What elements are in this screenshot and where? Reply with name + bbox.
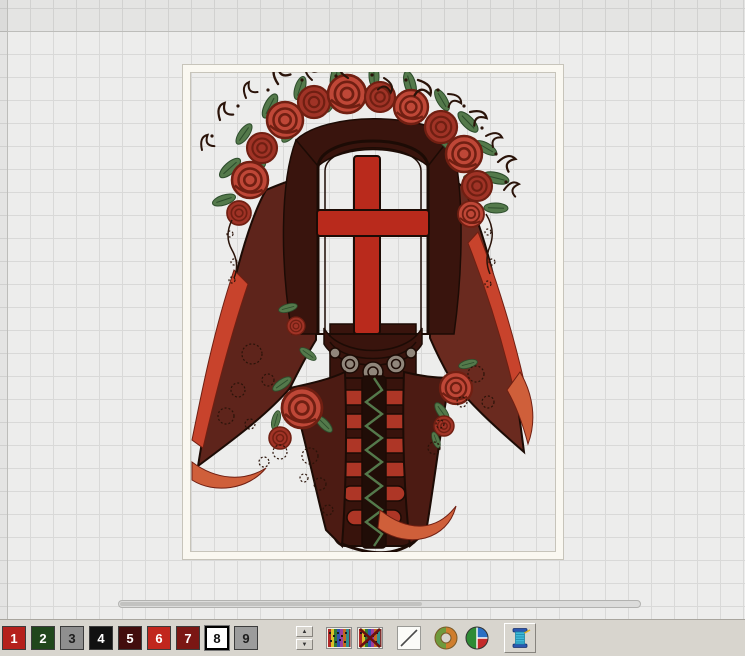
thread-swatch-6[interactable]: 6 [147,626,171,650]
palette-scroll-down-button[interactable]: ▼ [296,639,313,650]
thread-swatch-3[interactable]: 3 [60,626,84,650]
thread-swatch-2[interactable]: 2 [31,626,55,650]
thread-swatch-1[interactable]: 1 [2,626,26,650]
palette-scroll-up-button[interactable]: ▲ [296,626,313,637]
thread-swatch-9[interactable]: 9 [234,626,258,650]
thread-swatch-5[interactable]: 5 [118,626,142,650]
color-sphere-glyph [465,626,489,650]
embroidery-design[interactable] [190,72,556,552]
donut-ring-glyph [434,626,458,650]
thread-swatch-7[interactable]: 7 [176,626,200,650]
scrollbar-thumb[interactable] [120,602,423,606]
canvas-top-margin [0,0,745,32]
thread-spool-glyph [512,628,531,648]
toolbar-buttons [325,623,536,653]
thread-swatch-number: 7 [184,630,192,646]
thread-chart-icon[interactable] [325,624,353,652]
thread-swatch-number: 4 [97,630,105,646]
donut-ring-icon[interactable] [432,624,460,652]
palette-spinner: ▲ ▼ [296,626,313,650]
thread-swatch-number: 9 [242,630,250,646]
thread-chart-delete-icon[interactable] [356,624,384,652]
thread-swatch-number: 1 [10,630,18,646]
thread-chart-delete-glyph [357,627,383,649]
thread-swatch-number: 2 [39,630,47,646]
canvas-left-margin [0,0,8,620]
thread-swatch-number: 3 [68,630,76,646]
horizontal-scrollbar[interactable] [118,600,641,608]
diagonal-stitch-glyph [397,626,421,650]
thread-spool-icon[interactable] [504,623,536,653]
thread-swatch-number: 5 [126,630,134,646]
color-sphere-icon[interactable] [463,624,491,652]
thread-swatch-number: 8 [213,630,221,646]
up-arrow-icon: ▲ [301,628,308,635]
diagonal-stitch-icon[interactable] [395,624,423,652]
thread-swatch-number: 6 [155,630,163,646]
down-arrow-icon: ▼ [301,641,308,648]
thread-chart-glyph [326,627,352,649]
thread-palette: 1 2 3 4 5 6 7 8 9 [2,625,258,651]
design-canvas[interactable] [0,0,745,620]
thread-toolbar: 1 2 3 4 5 6 7 8 9 ▲ ▼ [0,619,745,656]
thread-swatch-8[interactable]: 8 [204,625,230,651]
hoop-frame [183,65,563,559]
thread-swatch-4[interactable]: 4 [89,626,113,650]
